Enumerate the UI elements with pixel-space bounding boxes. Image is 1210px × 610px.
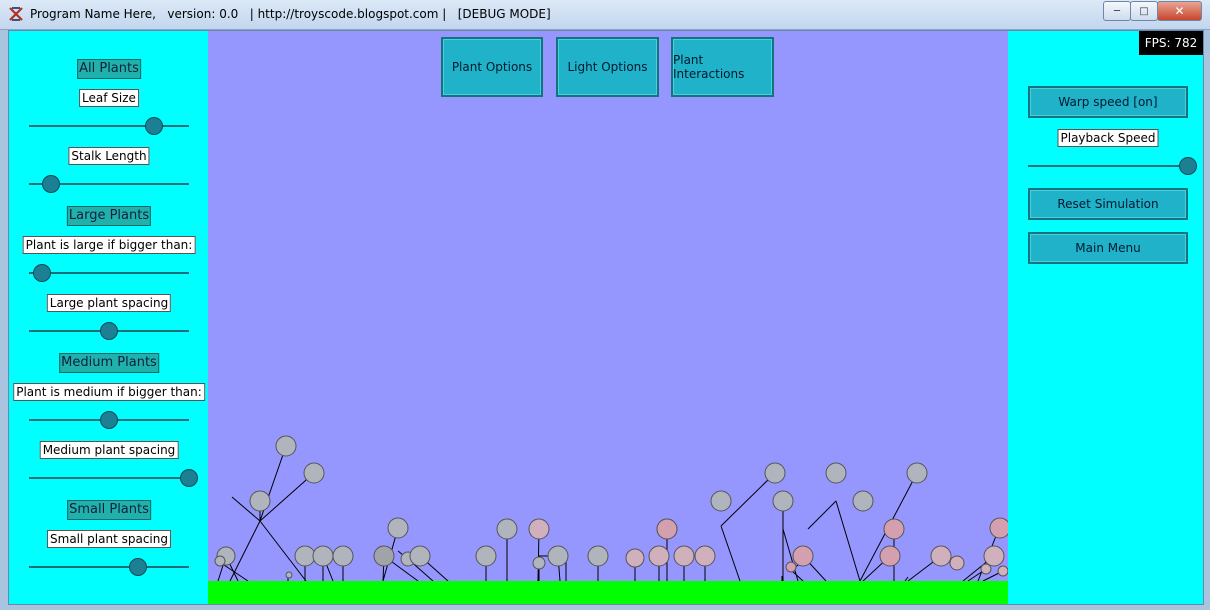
close-button[interactable]: ✕ — [1157, 1, 1202, 21]
slider-track — [29, 125, 189, 127]
slider-track — [29, 272, 189, 274]
small-spacing-label: Small plant spacing — [47, 530, 171, 548]
maximize-icon: □ — [1139, 5, 1149, 17]
slider-knob[interactable] — [144, 117, 163, 135]
medium-threshold-label: Plant is medium if bigger than: — [13, 383, 205, 401]
medium-threshold-slider[interactable] — [29, 411, 189, 429]
slider-knob[interactable] — [180, 469, 198, 487]
app-icon — [9, 7, 23, 21]
stalk-length-label: Stalk Length — [68, 147, 150, 165]
slider-knob[interactable] — [128, 558, 147, 576]
left-panel: All Plants Leaf Size Stalk Length Large … — [9, 31, 208, 604]
window-title: Program Name Here, version: 0.0 | http:/… — [30, 7, 551, 21]
minimize-icon: ─ — [1113, 5, 1121, 17]
slider-knob[interactable] — [32, 264, 51, 282]
leaf-size-label: Leaf Size — [79, 89, 139, 107]
section-medium-plants: Medium Plants — [59, 353, 159, 373]
warp-speed-button[interactable]: Warp speed [on] — [1028, 86, 1188, 118]
maximize-button[interactable]: □ — [1130, 1, 1158, 21]
section-large-plants: Large Plants — [66, 206, 152, 226]
slider-knob[interactable] — [100, 411, 118, 429]
main-menu-button[interactable]: Main Menu — [1028, 232, 1188, 264]
slider-track — [29, 566, 189, 568]
plants-layer — [214, 435, 1008, 582]
title-bar[interactable]: Program Name Here, version: 0.0 | http:/… — [0, 0, 1210, 30]
slider-knob[interactable] — [42, 175, 61, 193]
large-threshold-label: Plant is large if bigger than: — [22, 236, 196, 254]
stalk-length-slider[interactable] — [29, 175, 189, 193]
playback-speed-label: Playback Speed — [1057, 129, 1159, 147]
large-spacing-label: Large plant spacing — [46, 294, 172, 312]
right-panel: FPS: 782 Warp speed [on] Playback Speed … — [1008, 31, 1203, 604]
small-spacing-slider[interactable] — [29, 558, 189, 576]
minimize-button[interactable]: ─ — [1103, 1, 1131, 21]
leaf-size-slider[interactable] — [29, 117, 189, 135]
ground — [208, 581, 1008, 604]
fps-counter: FPS: 782 — [1139, 31, 1203, 55]
app-frame: All Plants Leaf Size Stalk Length Large … — [8, 30, 1204, 605]
section-all-plants: All Plants — [77, 59, 141, 79]
medium-spacing-label: Medium plant spacing — [39, 441, 179, 459]
simulation-canvas[interactable]: Plant Options Light Options Plant Intera… — [208, 31, 1008, 604]
medium-spacing-slider[interactable] — [29, 469, 198, 487]
large-spacing-slider[interactable] — [29, 322, 189, 340]
playback-speed-slider[interactable] — [1028, 157, 1197, 175]
close-icon: ✕ — [1174, 4, 1185, 18]
slider-knob[interactable] — [100, 322, 118, 340]
slider-track — [29, 477, 189, 479]
reset-simulation-button[interactable]: Reset Simulation — [1028, 188, 1188, 220]
large-threshold-slider[interactable] — [29, 264, 189, 282]
slider-knob[interactable] — [1179, 157, 1197, 175]
slider-track — [1028, 165, 1188, 167]
section-small-plants: Small Plants — [67, 500, 151, 520]
